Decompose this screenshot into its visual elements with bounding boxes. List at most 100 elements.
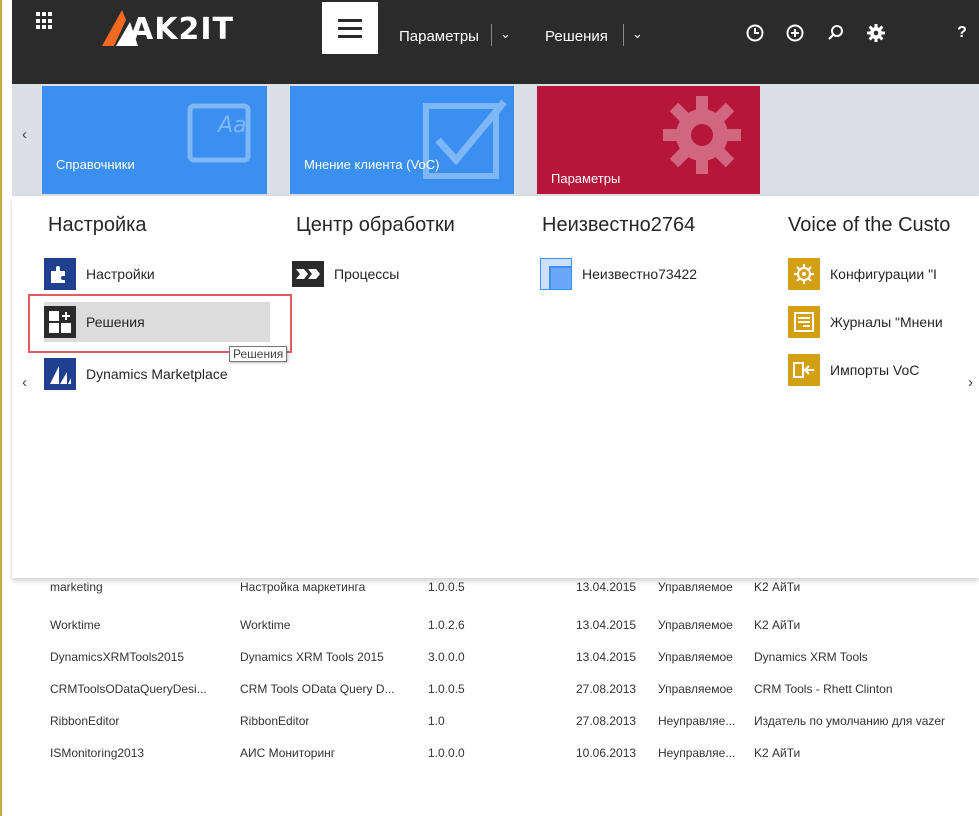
group-title-voc: Voice of the Custo <box>788 214 951 236</box>
cell-package-type: Управляемое <box>658 650 733 664</box>
cell-display-name: CRM Tools OData Query D... <box>240 682 395 696</box>
chevron-down-icon[interactable]: ⌄ <box>632 26 643 42</box>
cell-name: marketing <box>50 580 103 594</box>
table-row[interactable]: RibbonEditor RibbonEditor 1.0 27.08.2013… <box>12 706 979 736</box>
tile-label: Параметры <box>551 171 621 186</box>
cell-name: Worktime <box>50 618 101 632</box>
cell-name: DynamicsXRMTools2015 <box>50 650 185 664</box>
menu-item-unknown-entity[interactable]: Неизвестно73422 <box>540 254 760 294</box>
nav-parameters[interactable]: Параметры <box>399 28 479 45</box>
checkbox-icon <box>423 99 507 179</box>
cell-name: CRMToolsODataQueryDesi... <box>50 682 207 696</box>
history-icon[interactable] <box>742 20 768 46</box>
solutions-table: marketing Настройка маркетинга 1.0.0.5 1… <box>12 578 979 816</box>
cell-version: 1.0.0.0 <box>428 746 465 760</box>
cell-version: 1.0.2.6 <box>428 618 465 632</box>
cell-installed-date: 27.08.2013 <box>576 714 637 728</box>
sitemap-menu-panel: Настройка Настройки Решения Dynamics Mar… <box>12 196 979 578</box>
menu-item-voc-config[interactable]: Конфигурации "I <box>788 254 979 294</box>
cell-name: RibbonEditor <box>50 714 120 728</box>
menu-item-label: Процессы <box>334 266 400 282</box>
menu-item-label: Настройки <box>86 266 155 282</box>
cell-version: 1.0.0.5 <box>428 580 465 594</box>
cell-version: 1.0 <box>428 714 445 728</box>
cell-display-name: АИС Мониторинг <box>240 746 336 760</box>
cell-name: ISMonitoring2013 <box>50 746 145 760</box>
menu-item-label: Неизвестно73422 <box>582 266 698 282</box>
chevron-down-icon[interactable]: ⌄ <box>500 26 511 42</box>
cell-publisher: K2 АйТи <box>754 746 801 760</box>
tiles-strip: ‹ Aa Справочники Мнение клиента (VoC) Па… <box>12 84 979 196</box>
main-menu-button[interactable] <box>322 2 378 54</box>
nav-solutions[interactable]: Решения <box>545 28 608 45</box>
gear-icon <box>663 96 741 174</box>
tooltip: Решения <box>229 346 288 362</box>
tile-parameters[interactable]: Параметры <box>537 86 760 194</box>
nav-separator <box>623 24 624 46</box>
cell-publisher: K2 АйТи <box>754 580 801 594</box>
journal-icon <box>788 306 820 338</box>
cell-package-type: Неуправляе... <box>658 746 736 760</box>
app-launcher-icon[interactable] <box>36 12 54 30</box>
search-icon[interactable] <box>823 20 849 46</box>
menu-item-settings[interactable]: Настройки <box>44 254 284 294</box>
gear-icon[interactable] <box>863 20 889 46</box>
cell-package-type: Управляемое <box>658 618 733 632</box>
cell-display-name: RibbonEditor <box>240 714 310 728</box>
help-icon[interactable]: ? <box>949 20 975 46</box>
book-icon: Aa <box>187 103 251 163</box>
menu-item-voc-imports[interactable]: Импорты VoC <box>788 350 979 390</box>
entity-icon <box>540 258 572 290</box>
chevron-left-icon[interactable]: ‹ <box>22 126 27 143</box>
tile-label: Мнение клиента (VoC) <box>304 157 440 172</box>
menu-item-voc-journals[interactable]: Журналы "Мнени <box>788 302 979 342</box>
group-title-settings: Настройка <box>48 214 147 236</box>
table-row[interactable]: ISMonitoring2013 АИС Мониторинг 1.0.0.0 … <box>12 738 979 768</box>
chevron-left-icon[interactable]: ‹ <box>22 374 27 391</box>
cell-publisher: K2 АйТи <box>754 618 801 632</box>
cell-publisher: CRM Tools - Rhett Clinton <box>754 682 893 696</box>
menu-item-solutions[interactable]: Решения <box>44 302 270 342</box>
tile-label: Справочники <box>56 157 135 172</box>
table-row[interactable]: DynamicsXRMTools2015 Dynamics XRM Tools … <box>12 642 979 672</box>
top-nav-bar: AK2IT Параметры ⌄ Решения ⌄ ? <box>12 0 979 84</box>
puzzle-icon <box>44 258 76 290</box>
cell-version: 1.0.0.5 <box>428 682 465 696</box>
solutions-icon <box>44 306 76 338</box>
menu-item-label: Dynamics Marketplace <box>86 366 228 382</box>
tile-reference[interactable]: Aa Справочники <box>42 86 267 194</box>
process-icon <box>292 261 324 287</box>
cell-package-type: Управляемое <box>658 580 733 594</box>
menu-item-label: Импорты VoC <box>830 362 920 378</box>
table-row[interactable]: Worktime Worktime 1.0.2.6 13.04.2015 Упр… <box>12 610 979 640</box>
nav-separator <box>491 24 492 46</box>
left-accent-bar <box>0 0 12 816</box>
brand-logo[interactable]: AK2IT <box>100 8 292 56</box>
table-row[interactable]: CRMToolsODataQueryDesi... CRM Tools ODat… <box>12 674 979 704</box>
help-label: ? <box>957 24 967 41</box>
cell-installed-date: 13.04.2015 <box>576 618 637 632</box>
menu-item-label: Решения <box>86 314 145 330</box>
menu-item-processes[interactable]: Процессы <box>292 254 492 294</box>
add-icon[interactable] <box>782 20 808 46</box>
cell-package-type: Управляемое <box>658 682 733 696</box>
cell-display-name: Worktime <box>240 618 291 632</box>
cell-package-type: Неуправляе... <box>658 714 736 728</box>
cell-publisher: Dynamics XRM Tools <box>754 650 868 664</box>
crm-window: AK2IT Параметры ⌄ Решения ⌄ ? ‹ Aa Справ… <box>0 0 979 816</box>
chevron-right-icon[interactable]: › <box>968 374 973 391</box>
menu-item-label: Конфигурации "I <box>830 266 937 282</box>
tile-voc[interactable]: Мнение клиента (VoC) <box>290 86 514 194</box>
cell-display-name: Dynamics XRM Tools 2015 <box>240 650 384 664</box>
cell-installed-date: 27.08.2013 <box>576 682 637 696</box>
cell-version: 3.0.0.0 <box>428 650 465 664</box>
config-icon <box>788 258 820 290</box>
book-icon-text: Aa <box>216 113 247 138</box>
cell-installed-date: 13.04.2015 <box>576 580 637 594</box>
cell-installed-date: 10.06.2013 <box>576 746 637 760</box>
menu-item-label: Журналы "Мнени <box>830 314 943 330</box>
marketplace-icon <box>44 358 76 390</box>
cell-installed-date: 13.04.2015 <box>576 650 637 664</box>
group-title-unknown: Неизвестно2764 <box>542 214 696 236</box>
group-title-process-center: Центр обработки <box>296 214 455 236</box>
